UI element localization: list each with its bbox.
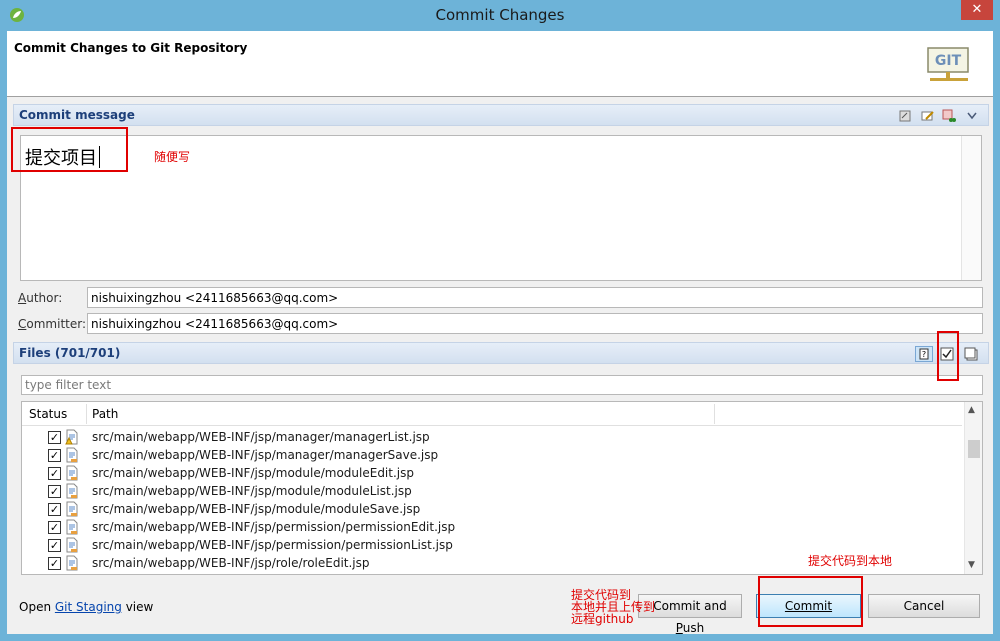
row-checkbox[interactable]: ✓ <box>48 521 61 534</box>
git-logo-icon: GIT <box>927 47 969 81</box>
table-row[interactable]: ✓ src/main/webapp/WEB-INF/jsp/module/mod… <box>22 464 962 482</box>
commit-annotation: 提交代码到本地 <box>808 554 893 568</box>
dialog-client-area: Commit Changes to Git Repository GIT Com… <box>7 31 993 635</box>
commit-message-section-title: Commit message <box>19 108 135 122</box>
filter-input[interactable]: type filter text <box>21 375 983 395</box>
chevron-down-icon[interactable] <box>965 109 979 123</box>
path-column-header[interactable]: Path <box>92 407 118 421</box>
sign-off-icon[interactable] <box>898 109 912 123</box>
file-path: src/main/webapp/WEB-INF/jsp/role/roleEdi… <box>92 556 370 570</box>
scroll-down-icon[interactable]: ▼ <box>968 560 975 570</box>
jsp-file-icon <box>66 501 78 517</box>
file-path: src/main/webapp/WEB-INF/jsp/permission/p… <box>92 520 456 534</box>
window-title: Commit Changes <box>435 6 565 24</box>
jsp-file-icon <box>66 537 78 553</box>
show-untracked-icon[interactable]: ? <box>915 346 933 362</box>
row-checkbox[interactable]: ✓ <box>48 431 61 444</box>
table-row[interactable]: ✓ src/main/webapp/WEB-INF/jsp/permission… <box>22 536 962 554</box>
commit-message-scrollbar[interactable] <box>961 136 981 280</box>
status-column-header[interactable]: Status <box>29 407 67 421</box>
dialog-heading: Commit Changes to Git Repository <box>14 41 248 55</box>
jsp-file-icon <box>66 483 78 499</box>
dialog-header: Commit Changes to Git Repository GIT <box>7 31 993 97</box>
files-section-title: Files (701/701) <box>19 346 121 360</box>
table-header: Status Path <box>22 402 962 426</box>
file-path: src/main/webapp/WEB-INF/jsp/manager/mana… <box>92 448 439 462</box>
row-checkbox[interactable]: ✓ <box>48 485 61 498</box>
row-checkbox[interactable]: ✓ <box>48 449 61 462</box>
file-path: src/main/webapp/WEB-INF/jsp/manager/mana… <box>92 430 430 444</box>
file-path: src/main/webapp/WEB-INF/jsp/permission/p… <box>92 538 453 552</box>
row-checkbox[interactable]: ✓ <box>48 467 61 480</box>
row-checkbox[interactable]: ✓ <box>48 503 61 516</box>
add-change-id-icon[interactable] <box>942 109 956 123</box>
files-section-header: Files (701/701) ? <box>13 342 989 364</box>
jsp-file-icon <box>66 447 78 463</box>
author-field[interactable]: nishuixingzhou <2411685663@qq.com> <box>87 287 983 308</box>
file-path: src/main/webapp/WEB-INF/jsp/module/modul… <box>92 484 412 498</box>
committer-field[interactable]: nishuixingzhou <2411685663@qq.com> <box>87 313 983 334</box>
git-staging-link[interactable]: Git Staging <box>55 600 122 614</box>
commit-dialog-window: Commit Changes ✕ Commit Changes to Git R… <box>0 0 1000 641</box>
scroll-up-icon[interactable]: ▲ <box>968 405 975 415</box>
author-label: Author: <box>18 291 63 305</box>
committer-label: Committer: <box>18 317 87 331</box>
table-row[interactable]: ✓ src/main/webapp/WEB-INF/jsp/manager/ma… <box>22 428 962 446</box>
jsp-file-icon <box>66 465 78 481</box>
jsp-file-icon <box>66 519 78 535</box>
cancel-button[interactable]: Cancel <box>868 594 980 618</box>
push-annotation-line3: 远程github <box>571 612 634 626</box>
select-all-highlight-box <box>937 331 959 381</box>
close-button[interactable]: ✕ <box>961 0 993 20</box>
table-row[interactable]: ✓ src/main/webapp/WEB-INF/jsp/module/mod… <box>22 500 962 518</box>
jsp-file-warning-icon <box>65 429 78 445</box>
table-row[interactable]: ✓ src/main/webapp/WEB-INF/jsp/manager/ma… <box>22 446 962 464</box>
file-path: src/main/webapp/WEB-INF/jsp/module/modul… <box>92 502 421 516</box>
amend-icon[interactable] <box>921 109 935 123</box>
files-table: Status Path ✓ src/main/webapp/WEB-INF/js… <box>21 401 983 575</box>
row-checkbox[interactable]: ✓ <box>48 539 61 552</box>
row-checkbox[interactable]: ✓ <box>48 557 61 570</box>
svg-text:?: ? <box>922 350 926 359</box>
files-table-scrollbar[interactable]: ▲ ▼ <box>964 402 982 574</box>
table-row[interactable]: ✓ src/main/webapp/WEB-INF/jsp/permission… <box>22 518 962 536</box>
title-bar[interactable]: Commit Changes ✕ <box>0 0 1000 32</box>
jsp-file-icon <box>66 555 78 571</box>
commit-highlight-box <box>758 576 863 627</box>
scroll-thumb[interactable] <box>968 440 980 458</box>
message-highlight-box <box>11 127 128 172</box>
commit-message-section-header: Commit message <box>13 104 989 126</box>
file-path: src/main/webapp/WEB-INF/jsp/module/modul… <box>92 466 414 480</box>
table-row[interactable]: ✓ src/main/webapp/WEB-INF/jsp/module/mod… <box>22 482 962 500</box>
open-staging-view-text: Open Git Staging view <box>19 600 154 614</box>
svg-text:GIT: GIT <box>935 53 962 69</box>
message-annotation: 随便写 <box>154 150 191 164</box>
deselect-all-icon[interactable] <box>964 347 978 361</box>
